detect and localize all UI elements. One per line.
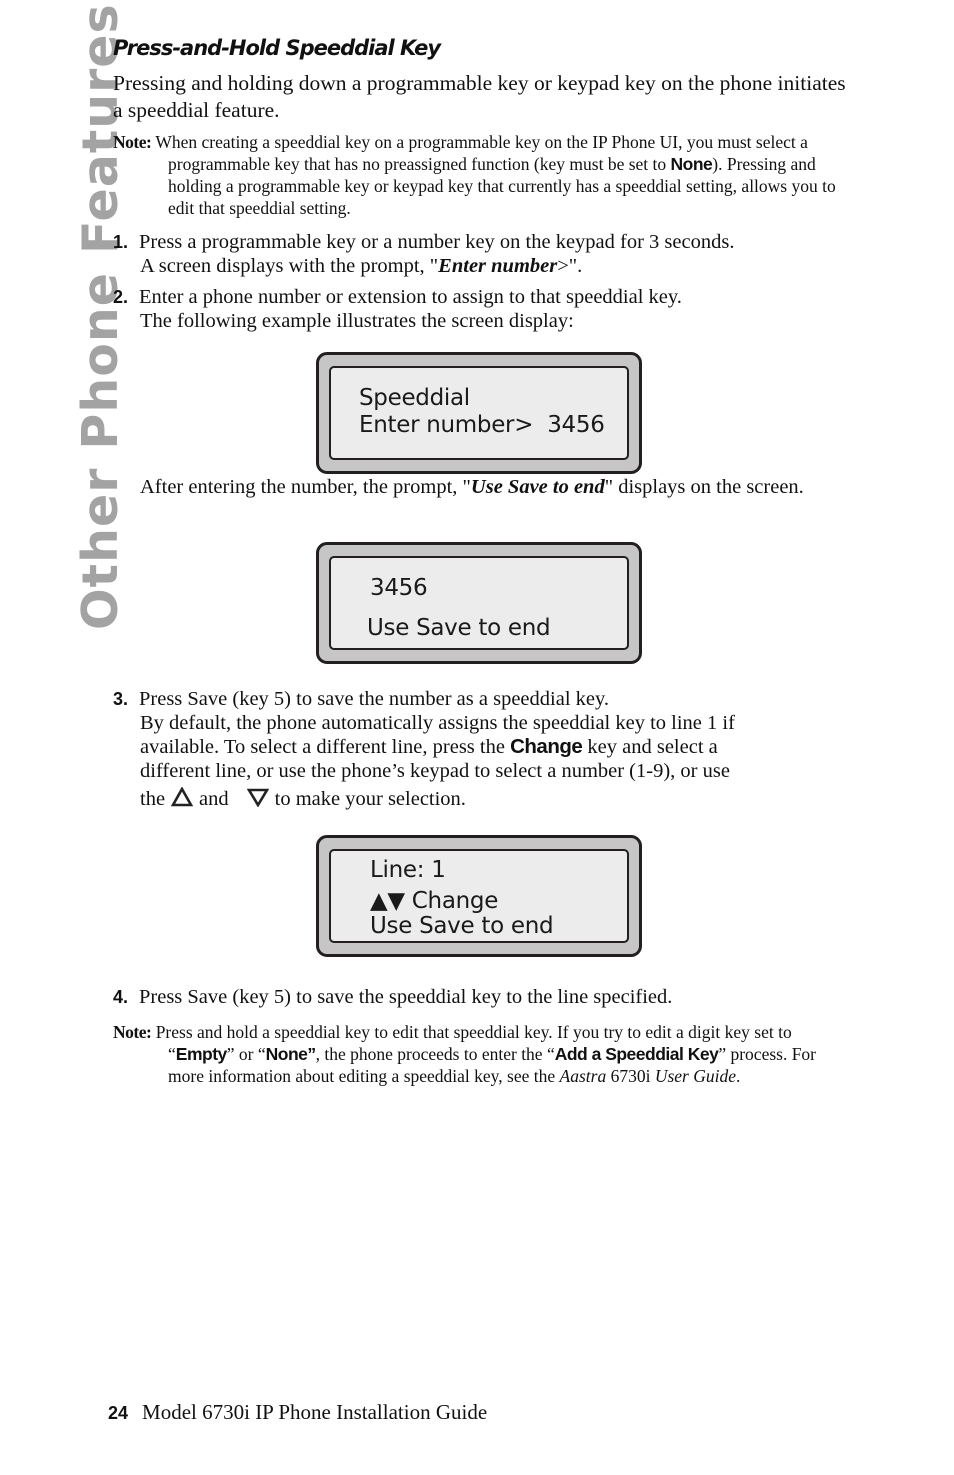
lcd-line: Speeddial (359, 385, 470, 411)
keyword-none: None (670, 154, 713, 174)
lcd-line-change: ▲▼ Change (370, 888, 499, 914)
lcd-screen-line-select: Line: 1 ▲▼ Change Use Save to end (316, 835, 642, 957)
step-3: 3. Press Save (key 5) to save the number … (113, 687, 853, 813)
page-number: 24 (108, 1403, 129, 1423)
step-number: 2. (113, 287, 129, 307)
lcd-line: Enter number> 3456 (359, 412, 605, 438)
lcd-line: Use Save to end (370, 913, 554, 939)
step-4: 4. Press Save (key 5) to save the speeddi… (113, 986, 673, 1008)
step-1: 1. Press a programmable key or a number k… (113, 231, 735, 277)
lcd-screen-use-save: 3456 Use Save to end (316, 542, 642, 664)
lcd-display: Line: 1 ▲▼ Change Use Save to end (329, 849, 629, 943)
keyword-change: Change (510, 735, 583, 758)
step-2: 2. Enter a phone number or extension to a… (113, 286, 682, 332)
step-number: 3. (113, 689, 129, 709)
lcd-display: Speeddial Enter number> 3456 (329, 366, 629, 460)
intro-paragraph: Pressing and holding down a programmable… (113, 71, 846, 122)
lcd-screen-speeddial: Speeddial Enter number> 3456 (316, 352, 642, 474)
section-heading: Press-and-Hold Speeddial Key (113, 36, 441, 60)
after-entering-paragraph: After entering the number, the prompt, "… (140, 476, 804, 498)
step-number: 1. (113, 232, 129, 252)
lcd-line: Use Save to end (367, 615, 551, 641)
document-title: Model 6730i IP Phone Installation Guide (142, 1400, 488, 1424)
note-label: Note: (113, 132, 152, 152)
lcd-line: Line: 1 (370, 857, 446, 883)
up-arrow-icon (170, 786, 194, 813)
down-arrow-icon: ▼ (387, 888, 405, 914)
step-number: 4. (113, 987, 129, 1007)
lcd-display: 3456 Use Save to end (329, 556, 629, 650)
lcd-line: 3456 (370, 575, 428, 601)
down-arrow-icon (246, 787, 269, 813)
up-arrow-icon: ▲ (370, 888, 388, 914)
page-footer: 24 Model 6730i IP Phone Installation Guid… (108, 1400, 487, 1425)
note-1: Note: When creating a speeddial key on a… (113, 132, 836, 218)
note-2: Note: Press and hold a speeddial key to … (113, 1022, 817, 1086)
note-label: Note: (113, 1022, 152, 1042)
